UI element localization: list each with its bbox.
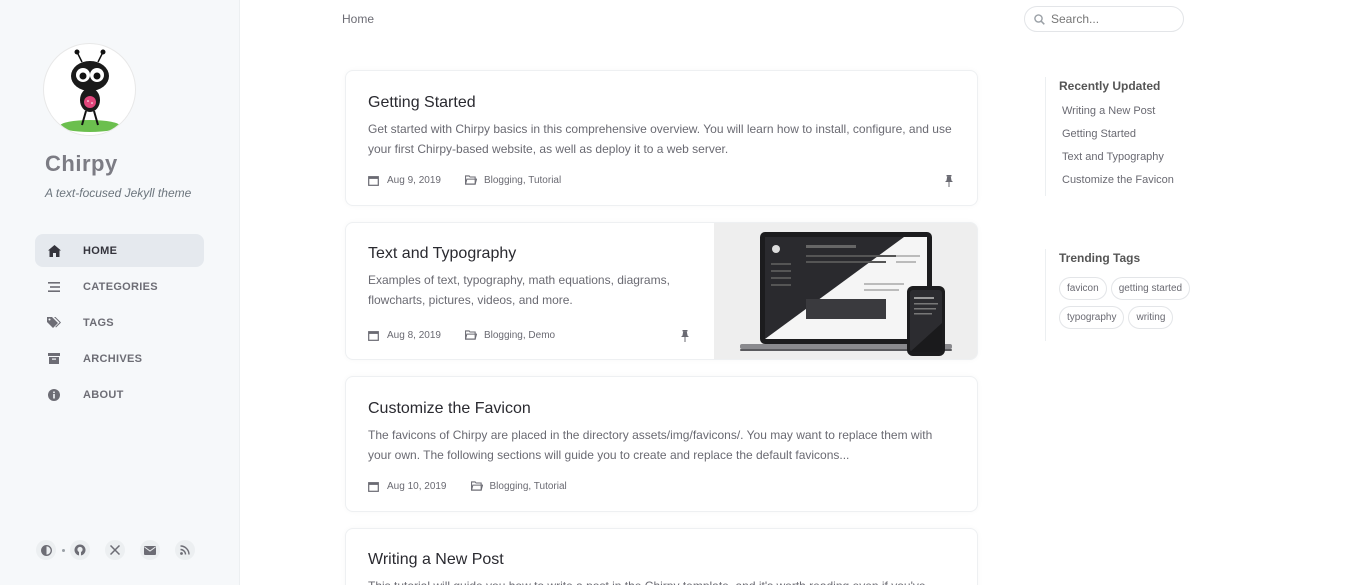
sidebar-item-archives[interactable]: ARCHIVES [35,342,204,375]
search-input[interactable] [1051,12,1171,26]
post-categories[interactable]: Blogging, Tutorial [484,175,561,186]
sidebar-item-categories[interactable]: CATEGORIES [35,270,204,303]
calendar-icon [368,480,380,492]
tag-getting-started[interactable]: getting started [1110,277,1191,300]
post-meta: Aug 8, 2019 Blogging, Demo [368,329,555,341]
info-circle-icon [47,388,61,402]
list-item[interactable]: Getting Started [1059,128,1174,151]
post-date: Aug 8, 2019 [387,329,441,341]
trending-tags-heading: Trending Tags [1059,251,1141,265]
archive-icon [47,352,61,366]
sidebar-bottom-links [36,540,210,560]
breadcrumb: Home [342,12,375,26]
tag-cloud: favicon getting started typography writi… [1059,277,1209,335]
rss-icon[interactable] [175,540,195,560]
site-subtitle: A text-focused Jekyll theme [45,186,192,200]
calendar-icon [368,329,380,341]
tag-writing[interactable]: writing [1128,306,1174,329]
tag-favicon[interactable]: favicon [1059,277,1107,300]
post-excerpt: The favicons of Chirpy are placed in the… [368,428,933,462]
stream-icon [47,280,61,294]
folder-open-icon [464,329,477,341]
x-twitter-icon[interactable] [105,540,125,560]
post-title[interactable]: Customize the Favicon [368,400,531,418]
recently-updated-list: Writing a New Post Getting Started Text … [1059,105,1174,197]
post-meta: Aug 10, 2019 Blogging, Tutorial [368,480,567,492]
sidebar-item-label: ARCHIVES [83,352,143,365]
post-card[interactable]: Getting Started Get started with Chirpy … [345,70,978,206]
post-card[interactable]: Text and Typography Examples of text, ty… [345,222,978,360]
tags-icon [47,316,61,330]
trending-tags-panel: Trending Tags favicon getting started ty… [1045,249,1209,341]
folder-open-icon [464,174,477,186]
post-excerpt: Get started with Chirpy basics in this c… [368,122,952,156]
recently-updated-heading: Recently Updated [1059,79,1161,93]
sidebar-item-home[interactable]: HOME [35,234,204,267]
home-icon [47,244,61,258]
post-title[interactable]: Writing a New Post [368,551,504,569]
post-excerpt: This tutorial will guide you how to writ… [368,576,958,585]
theme-toggle-icon[interactable] [36,540,56,560]
sidebar-item-label: HOME [83,244,118,257]
site-title[interactable]: Chirpy [45,151,118,177]
post-card[interactable]: Customize the Favicon The favicons of Ch… [345,376,978,512]
ant-mascot-avatar-icon [44,49,135,135]
pin-icon [680,329,690,342]
separator-dot [62,548,65,552]
sidebar-item-about[interactable]: ABOUT [35,378,204,411]
post-meta: Aug 9, 2019 Blogging, Tutorial [368,174,561,186]
sidebar-item-label: ABOUT [83,388,124,401]
pin-icon [944,174,954,187]
github-icon[interactable] [70,540,90,560]
search-icon [1034,13,1045,25]
search-box[interactable] [1024,6,1184,32]
sidebar-item-label: CATEGORIES [83,280,158,293]
avatar[interactable] [43,43,136,136]
calendar-icon [368,174,380,186]
post-categories[interactable]: Blogging, Demo [484,330,555,341]
post-categories[interactable]: Blogging, Tutorial [490,481,567,492]
post-preview-image[interactable] [714,223,977,359]
post-card[interactable]: Writing a New Post This tutorial will gu… [345,528,978,585]
folder-open-icon [470,480,483,492]
sidebar-item-label: TAGS [83,316,114,329]
list-item[interactable]: Text and Typography [1059,151,1174,174]
list-item[interactable]: Writing a New Post [1059,105,1174,128]
list-item[interactable]: Customize the Favicon [1059,174,1174,197]
post-title[interactable]: Getting Started [368,94,476,112]
sidebar: Chirpy A text-focused Jekyll theme HOME … [0,0,240,585]
post-date: Aug 10, 2019 [387,480,447,492]
post-date: Aug 9, 2019 [387,174,441,186]
email-icon[interactable] [140,540,160,560]
tag-typography[interactable]: typography [1059,306,1125,329]
sidebar-item-tags[interactable]: TAGS [35,306,204,339]
post-excerpt: Examples of text, typography, math equat… [368,273,670,307]
post-title[interactable]: Text and Typography [368,245,516,263]
recently-updated-panel: Recently Updated Writing a New Post Gett… [1045,77,1174,196]
sidebar-nav: HOME CATEGORIES TAGS ARCHIVES ABOUT [35,234,204,414]
